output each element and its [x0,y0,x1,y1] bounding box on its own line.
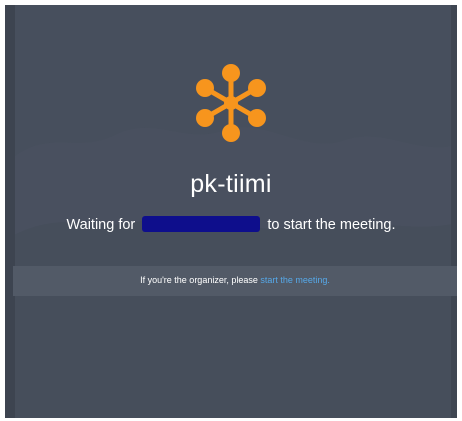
organizer-banner: If you're the organizer, please start th… [13,266,457,296]
window-edge-left [5,5,15,418]
waiting-message: Waiting for to start the meeting. [5,216,457,233]
jitsi-logo-icon [196,64,266,142]
start-meeting-link[interactable]: start the meeting. [260,275,330,285]
window-edge-right [451,5,457,418]
redacted-name [142,216,261,232]
waiting-suffix: to start the meeting. [267,217,396,233]
waiting-prefix: Waiting for [66,217,136,233]
meeting-window: pk-tiimi Waiting for to start the meetin… [5,5,457,418]
organizer-prompt: If you're the organizer, please [140,275,258,285]
meeting-title: pk-tiimi [190,170,272,198]
organizer-message: If you're the organizer, please start th… [13,275,457,285]
